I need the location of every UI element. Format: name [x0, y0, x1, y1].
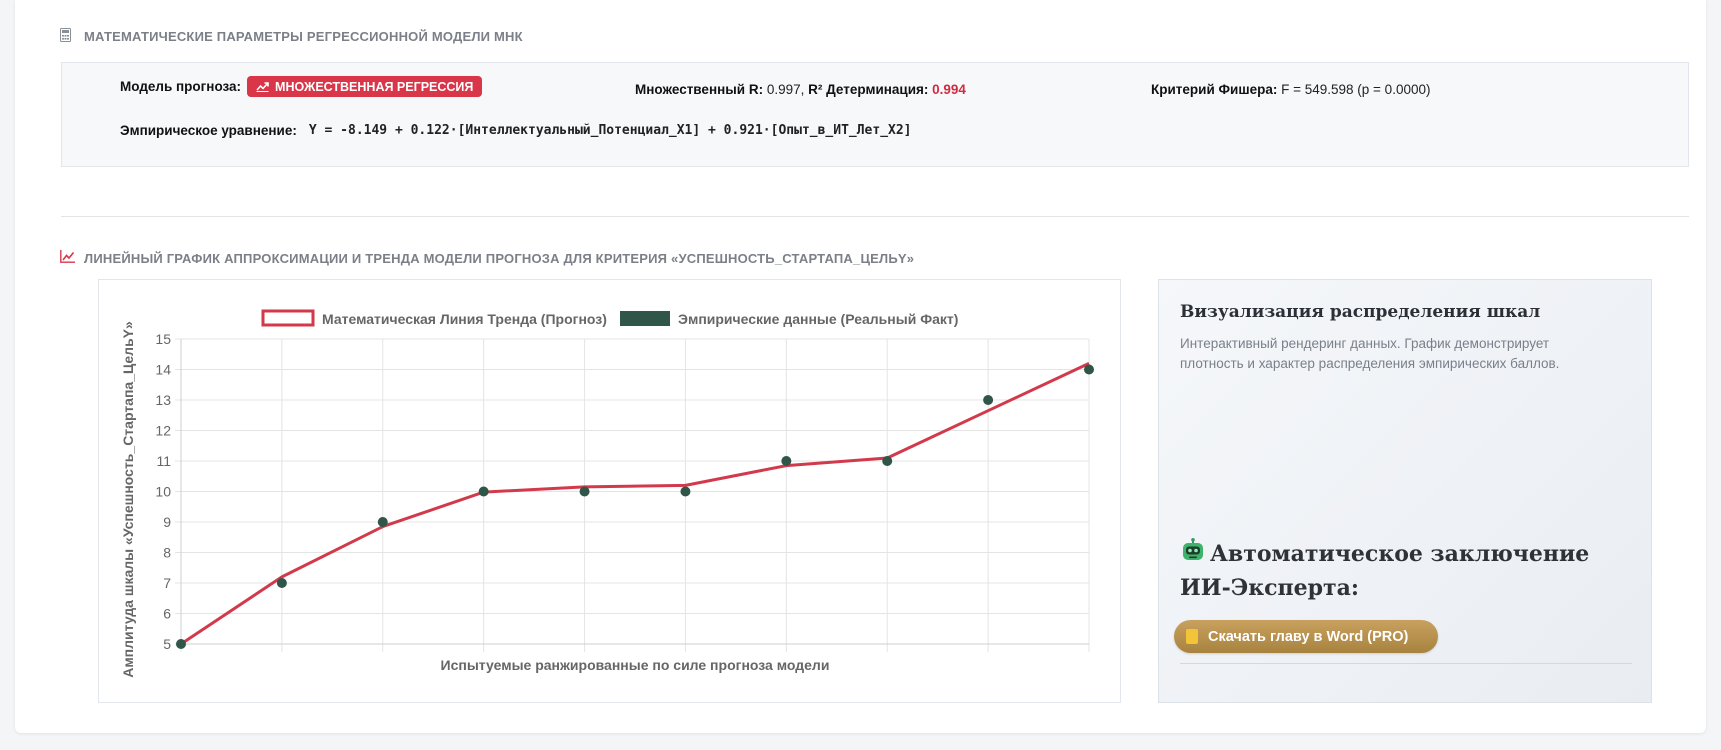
y-tick-label: 12	[155, 423, 171, 439]
model-badge: МНОЖЕСТВЕННАЯ РЕГРЕССИЯ	[247, 76, 483, 97]
legend-swatch-empirical	[620, 311, 670, 326]
ai-panel: Визуализация распределения шкал Интеракт…	[1158, 279, 1652, 703]
chart-section-title: ЛИНЕЙНЫЙ ГРАФИК АППРОКСИМАЦИИ И ТРЕНДА М…	[60, 250, 914, 266]
chart-container: 5 6 7 8 9 10 11 12 13 14 15 Испытуемые ранжированны…	[98, 279, 1121, 703]
section-divider	[61, 216, 1689, 217]
download-word-button[interactable]: Скачать главу в Word (PRO)	[1174, 620, 1438, 653]
empirical-point	[176, 639, 186, 649]
y-axis-title: Амплитуда шкалы «Успешность_Стартапа_Цел…	[120, 321, 136, 678]
legend-label-trend: Математическая Линия Тренда (Прогноз)	[322, 311, 607, 327]
params-section-title: МАТЕМАТИЧЕСКИЕ ПАРАМЕТРЫ РЕГРЕССИОННОЙ М…	[60, 28, 523, 45]
empirical-point	[377, 517, 388, 527]
main-card: МАТЕМАТИЧЕСКИЕ ПАРАМЕТРЫ РЕГРЕССИОННОЙ М…	[15, 0, 1706, 733]
document-icon	[1186, 629, 1198, 644]
y-tick-label: 11	[156, 453, 171, 469]
y-tick-label: 7	[163, 575, 171, 591]
model-param: Модель прогноза: МНОЖЕСТВЕННАЯ РЕГРЕССИЯ	[120, 76, 483, 97]
empirical-point	[276, 578, 287, 588]
y-tick-label: 6	[163, 606, 171, 622]
y-tick-label: 9	[163, 514, 171, 530]
empirical-point	[983, 395, 994, 405]
fisher-param: Критерий Фишера: F = 549.598 (p = 0.0000…	[1151, 82, 1431, 97]
empirical-point	[680, 486, 691, 497]
ai-panel-description: Интерактивный рендеринг данных. График д…	[1180, 336, 1560, 371]
y-tick-label: 15	[155, 331, 171, 347]
ai-conclusion-title: Автоматическое заключение ИИ-Эксперта:	[1180, 538, 1610, 604]
empirical-point	[781, 456, 792, 466]
empirical-point	[882, 456, 893, 466]
empirical-point	[1084, 364, 1094, 375]
robot-icon	[1180, 538, 1206, 573]
empirical-point	[478, 486, 489, 497]
y-tick-label: 14	[155, 362, 171, 378]
equation-param: Эмпирическое уравнение: Y = -8.149 + 0.1…	[120, 123, 912, 138]
y-tick-label: 13	[155, 392, 171, 408]
ai-panel-heading: Визуализация распределения шкал	[1180, 302, 1541, 322]
x-axis-title: Испытуемые ранжированные по силе прогноз…	[441, 657, 830, 673]
trend-chart: 5 6 7 8 9 10 11 12 13 14 15 Испытуемые ранжированны…	[120, 309, 1094, 678]
trend-line	[180, 362, 1090, 646]
y-tick-label: 8	[163, 545, 171, 561]
empirical-point	[579, 486, 590, 497]
y-tick-label: 5	[163, 636, 171, 652]
params-panel: Модель прогноза: МНОЖЕСТВЕННАЯ РЕГРЕССИЯ…	[61, 62, 1689, 167]
r-param: Множественный R: 0.997, R² Детерминация:…	[635, 82, 966, 97]
trend-icon	[256, 82, 269, 92]
legend-label-empirical: Эмпирические данные (Реальный Факт)	[678, 311, 958, 327]
y-tick-label: 10	[155, 484, 171, 500]
chart-line-icon	[60, 250, 78, 266]
legend-swatch-trend	[261, 309, 315, 327]
ai-panel-divider	[1180, 663, 1632, 664]
calculator-icon	[60, 28, 78, 45]
